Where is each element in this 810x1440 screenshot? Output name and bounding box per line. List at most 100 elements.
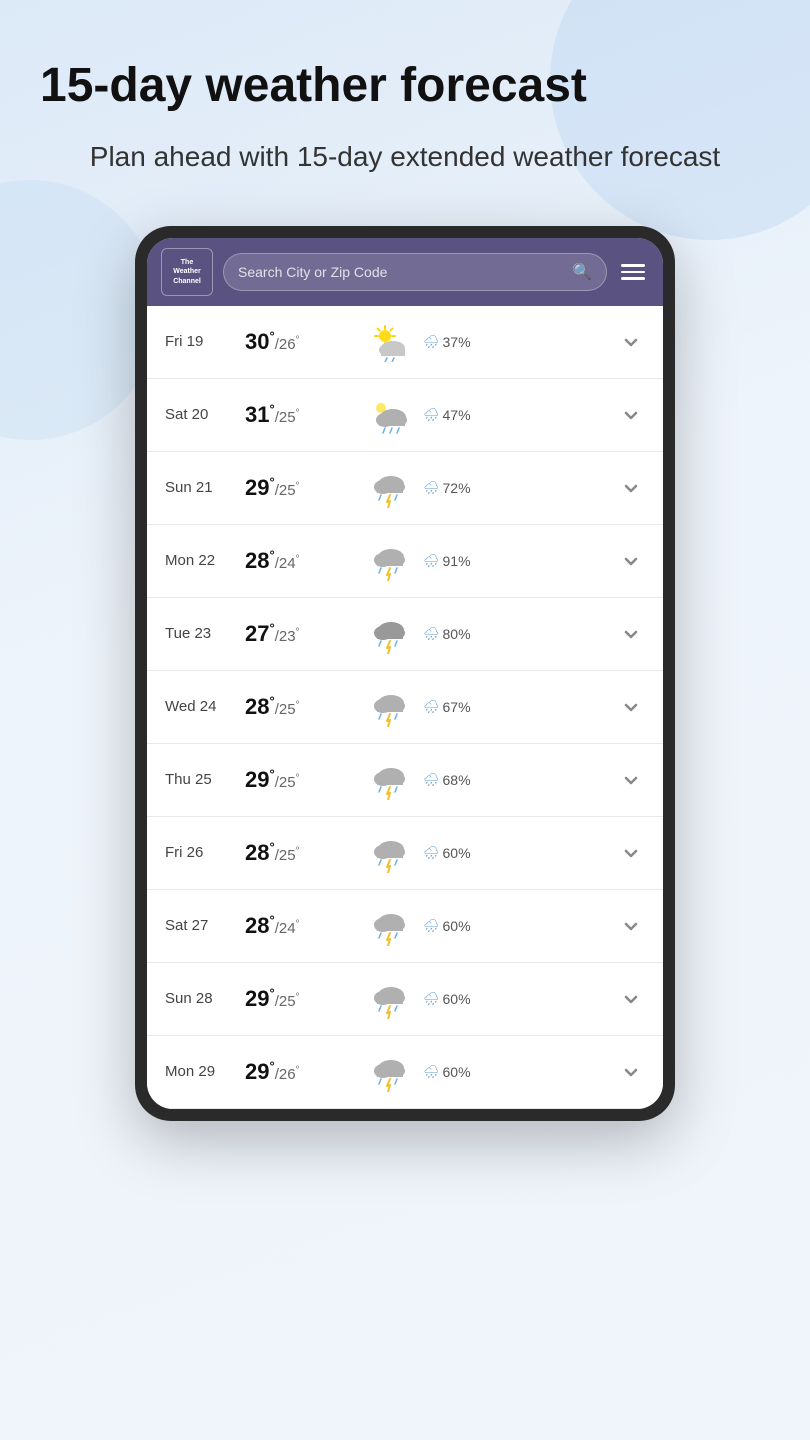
expand-row-button[interactable] bbox=[617, 985, 645, 1013]
precip-percent: 60% bbox=[443, 918, 471, 934]
forecast-row: Fri 19 30°/26° 🌧 37% bbox=[147, 306, 663, 379]
day-label: Sat 27 bbox=[165, 917, 237, 934]
hamburger-line-1 bbox=[621, 264, 645, 267]
precipitation: 🌧 47% bbox=[423, 407, 609, 423]
temp-low: /25° bbox=[275, 847, 300, 864]
day-label: Thu 25 bbox=[165, 771, 237, 788]
temp-low: /25° bbox=[275, 482, 300, 499]
temp-low: /26° bbox=[275, 1066, 300, 1083]
day-label: Fri 19 bbox=[165, 333, 237, 350]
expand-row-button[interactable] bbox=[617, 693, 645, 721]
day-label: Sat 20 bbox=[165, 406, 237, 423]
temp-high: 29° bbox=[245, 986, 275, 1011]
precip-percent: 37% bbox=[443, 334, 471, 350]
precipitation: 🌧 67% bbox=[423, 699, 609, 715]
temperature-display: 31°/25° bbox=[245, 402, 355, 428]
day-label: Wed 24 bbox=[165, 698, 237, 715]
temp-high: 28° bbox=[245, 548, 275, 573]
temperature-display: 29°/25° bbox=[245, 986, 355, 1012]
temperature-display: 27°/23° bbox=[245, 621, 355, 647]
expand-row-button[interactable] bbox=[617, 839, 645, 867]
precipitation: 🌧 80% bbox=[423, 626, 609, 642]
forecast-row: Mon 29 29°/26° 🌧 60% bbox=[147, 1036, 663, 1109]
temp-high: 27° bbox=[245, 621, 275, 646]
temperature-display: 28°/25° bbox=[245, 694, 355, 720]
forecast-list: Fri 19 30° /26° 🌧 37% bbox=[147, 306, 663, 1109]
rain-drop-icon: 🌧 bbox=[423, 626, 440, 642]
precip-percent: 47% bbox=[443, 407, 471, 423]
search-placeholder-text: Search City or Zip Code bbox=[238, 264, 564, 280]
expand-row-button[interactable] bbox=[617, 620, 645, 648]
temp-low: /24° bbox=[275, 555, 300, 572]
forecast-row: Sun 28 29°/25° 🌧 60% bbox=[147, 963, 663, 1036]
temperature-display: 29°/25° bbox=[245, 767, 355, 793]
app-header: TheWeatherChannel Search City or Zip Cod… bbox=[147, 238, 663, 306]
weather-icon bbox=[363, 541, 415, 581]
temp-low: /24° bbox=[275, 920, 300, 937]
phone-screen: TheWeatherChannel Search City or Zip Cod… bbox=[147, 238, 663, 1109]
expand-row-button[interactable] bbox=[617, 912, 645, 940]
temp-high: 30° bbox=[245, 329, 275, 354]
day-label: Tue 23 bbox=[165, 625, 237, 642]
forecast-row: Sat 20 31°/25° 🌧 47% bbox=[147, 379, 663, 452]
precipitation: 🌧 37% bbox=[423, 334, 609, 350]
weather-icon bbox=[363, 760, 415, 800]
forecast-row: Tue 23 27°/23° 🌧 80% bbox=[147, 598, 663, 671]
temperature-display: 28°/24° bbox=[245, 548, 355, 574]
forecast-row: Thu 25 29°/25° 🌧 68% bbox=[147, 744, 663, 817]
precipitation: 🌧 60% bbox=[423, 918, 609, 934]
weather-icon bbox=[363, 322, 415, 362]
precip-percent: 91% bbox=[443, 553, 471, 569]
search-bar[interactable]: Search City or Zip Code 🔍 bbox=[223, 253, 607, 291]
day-label: Sun 21 bbox=[165, 479, 237, 496]
app-logo: TheWeatherChannel bbox=[161, 248, 213, 296]
temperature-display: 29°/26° bbox=[245, 1059, 355, 1085]
weather-icon bbox=[363, 979, 415, 1019]
expand-row-button[interactable] bbox=[617, 1058, 645, 1086]
temp-low: /25° bbox=[275, 409, 300, 426]
expand-row-button[interactable] bbox=[617, 401, 645, 429]
hamburger-menu[interactable] bbox=[617, 260, 649, 284]
rain-drop-icon: 🌧 bbox=[423, 699, 440, 715]
precip-percent: 60% bbox=[443, 845, 471, 861]
temperature-display: 28°/24° bbox=[245, 913, 355, 939]
forecast-row: Wed 24 28°/25° 🌧 67% bbox=[147, 671, 663, 744]
expand-row-button[interactable] bbox=[617, 328, 645, 356]
logo-text: TheWeatherChannel bbox=[173, 258, 201, 285]
temp-high: 28° bbox=[245, 840, 275, 865]
weather-icon bbox=[363, 1052, 415, 1092]
precipitation: 🌧 60% bbox=[423, 1064, 609, 1080]
temp-high: 31° bbox=[245, 402, 275, 427]
weather-icon bbox=[363, 906, 415, 946]
rain-drop-icon: 🌧 bbox=[423, 991, 440, 1007]
forecast-row: Mon 22 28°/24° 🌧 91% bbox=[147, 525, 663, 598]
temperature-display: 29°/25° bbox=[245, 475, 355, 501]
weather-icon bbox=[363, 687, 415, 727]
expand-row-button[interactable] bbox=[617, 766, 645, 794]
hamburger-line-2 bbox=[621, 271, 645, 274]
precipitation: 🌧 91% bbox=[423, 553, 609, 569]
phone-mockup: TheWeatherChannel Search City or Zip Cod… bbox=[135, 226, 675, 1121]
rain-drop-icon: 🌧 bbox=[423, 480, 440, 496]
day-label: Mon 22 bbox=[165, 552, 237, 569]
precipitation: 🌧 60% bbox=[423, 991, 609, 1007]
expand-row-button[interactable] bbox=[617, 474, 645, 502]
precipitation: 🌧 72% bbox=[423, 480, 609, 496]
weather-icon bbox=[363, 833, 415, 873]
rain-drop-icon: 🌧 bbox=[423, 407, 440, 423]
temp-high: 29° bbox=[245, 475, 275, 500]
page-subtitle: Plan ahead with 15-day extended weather … bbox=[40, 137, 770, 176]
day-label: Mon 29 bbox=[165, 1063, 237, 1080]
hamburger-line-3 bbox=[621, 277, 645, 280]
expand-row-button[interactable] bbox=[617, 547, 645, 575]
rain-drop-icon: 🌧 bbox=[423, 1064, 440, 1080]
temperature-display: 28°/25° bbox=[245, 840, 355, 866]
precip-percent: 68% bbox=[443, 772, 471, 788]
forecast-row: Fri 26 28°/25° 🌧 60% bbox=[147, 817, 663, 890]
rain-drop-icon: 🌧 bbox=[423, 553, 440, 569]
forecast-row: Sat 27 28°/24° 🌧 60% bbox=[147, 890, 663, 963]
weather-icon bbox=[363, 614, 415, 654]
precipitation: 🌧 60% bbox=[423, 845, 609, 861]
day-label: Fri 26 bbox=[165, 844, 237, 861]
temp-high: 29° bbox=[245, 767, 275, 792]
